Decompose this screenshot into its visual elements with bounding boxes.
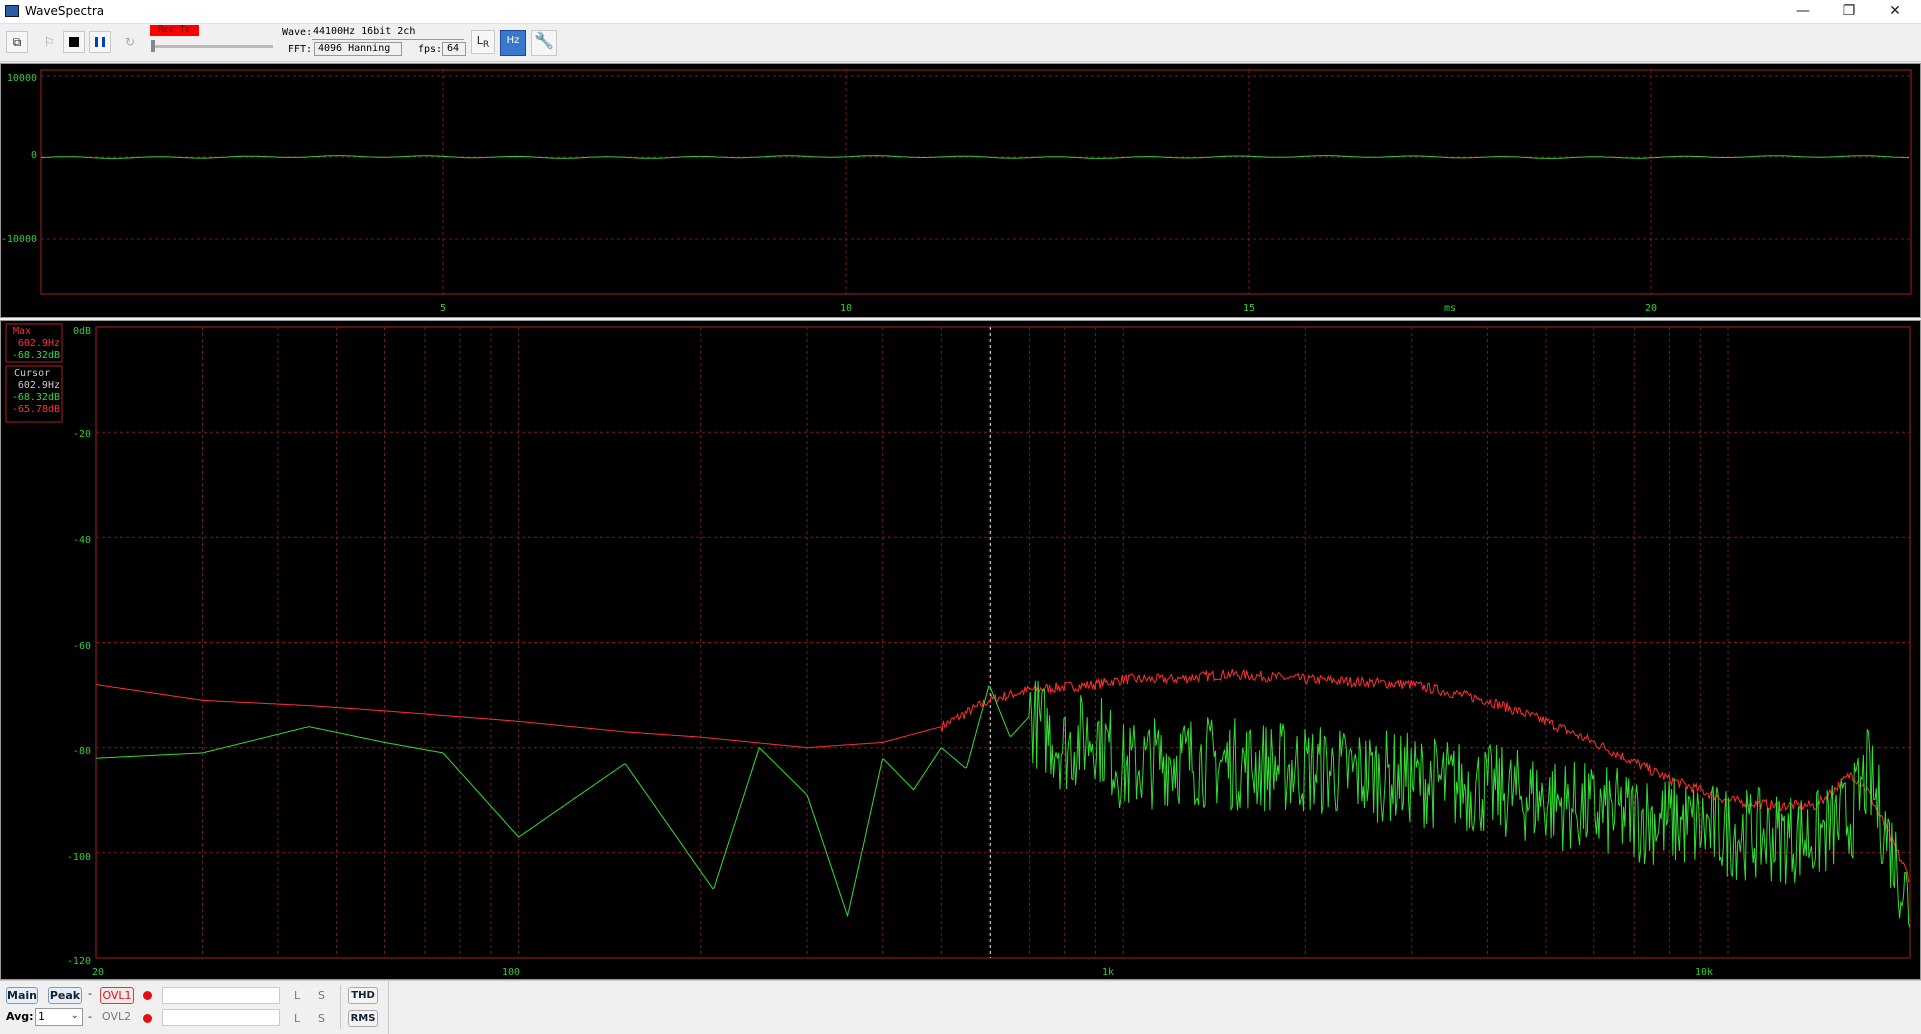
ovl1-button[interactable]: OVL1 — [100, 987, 134, 1004]
title-bar: WaveSpectra — ❐ ✕ — [0, 0, 1921, 24]
stop-icon[interactable] — [63, 31, 85, 53]
waveform-frame — [40, 69, 1912, 295]
ovl2-s-toggle[interactable]: S — [318, 1012, 325, 1025]
app-icon — [5, 5, 19, 17]
spectrum-panel[interactable]: 0dB -20 -40 -60 -80 -100 -120 20 100 1k … — [0, 320, 1921, 980]
cursor-level-l: -68.32dB — [12, 392, 60, 403]
rec-level-thumb[interactable] — [151, 40, 155, 52]
spec-x-tick: 100 — [502, 967, 520, 978]
dash-separator: - — [88, 987, 92, 1000]
spec-y-tick: -120 — [67, 956, 91, 967]
avg-label: Avg: — [6, 1010, 34, 1023]
max-title: Max — [13, 326, 31, 337]
cursor-readout-box: Cursor 602.9Hz -68.32dB -65.78dB — [5, 365, 63, 423]
scope-y-tick: 0 — [31, 150, 37, 161]
spec-x-tick: 1k — [1102, 967, 1114, 978]
cursor-level-r: -65.78dB — [12, 404, 60, 415]
ovl2-record-indicator[interactable] — [143, 1014, 152, 1023]
play-icon[interactable]: ⚐ — [38, 31, 60, 53]
scope-unit: ms — [1444, 303, 1456, 314]
ovl1-s-toggle[interactable]: S — [318, 989, 325, 1002]
spec-y-tick: -100 — [67, 852, 91, 863]
waveform-trace — [40, 155, 1909, 159]
ovl2-l-toggle[interactable]: L — [294, 1012, 300, 1025]
spec-x-tick: 20 — [92, 967, 104, 978]
lr-icon[interactable]: LR — [471, 30, 495, 54]
main-button[interactable]: Main — [6, 987, 38, 1004]
peak-button[interactable]: Peak — [48, 987, 82, 1004]
ovl1-l-toggle[interactable]: L — [294, 989, 300, 1002]
spectrum-x-ticks: 20 100 1k 10k — [92, 967, 1713, 978]
fft-label: FFT: — [288, 44, 313, 55]
spec-y-tick: -40 — [73, 535, 91, 546]
fft-value: 4096 Hanning — [318, 43, 391, 54]
settings-wrench-icon[interactable]: 🔧 — [531, 30, 557, 56]
scope-y-tick: -10000 — [1, 234, 37, 245]
toolbar: ⧉ ⚐ ↻ Rec To Wave: 44100Hz 16bit 2ch FFT… — [0, 24, 1921, 62]
ovl2-label[interactable]: OVL2 — [102, 1010, 131, 1023]
scope-x-tick: 10 — [840, 303, 852, 314]
scope-x-tick: 20 — [1645, 303, 1657, 314]
divider — [340, 985, 341, 1029]
rms-button[interactable]: RMS — [348, 1010, 378, 1027]
divider — [388, 981, 389, 1034]
thd-button[interactable]: THD — [348, 987, 378, 1004]
avg-value: 1 — [38, 1010, 45, 1023]
device-icon[interactable]: ⧉ — [6, 31, 28, 53]
spectrum-y-ticks: 0dB -20 -40 -60 -80 -100 -120 — [67, 326, 91, 967]
hz-scale-icon[interactable]: Hz — [500, 30, 526, 56]
spectrum-grid — [96, 327, 1910, 958]
restore-button[interactable]: ❐ — [1826, 0, 1872, 22]
avg-select[interactable]: 1 ⌄ — [35, 1008, 83, 1026]
rec-level-slider[interactable] — [153, 45, 273, 48]
wave-value: 44100Hz 16bit 2ch — [313, 26, 416, 37]
scope-x-tick: 5 — [440, 303, 446, 314]
cursor-freq: 602.9Hz — [18, 380, 60, 391]
waveform-grid — [41, 70, 1911, 294]
wave-value-box: 44100Hz 16bit 2ch — [312, 26, 464, 40]
max-freq: 602.9Hz — [18, 338, 60, 349]
wave-label: Wave: — [282, 27, 313, 38]
chevron-down-icon: ⌄ — [70, 1010, 79, 1021]
spec-y-tick: 0dB — [73, 326, 91, 337]
max-readout-box: Max 602.9Hz -68.32dB — [5, 323, 63, 363]
bottom-control-bar: Main Peak - OVL1 L S THD Avg: 1 ⌄ - OVL2… — [0, 980, 1921, 1034]
pause-icon[interactable] — [89, 31, 111, 53]
fps-value-box[interactable]: 64 — [442, 42, 466, 56]
close-button[interactable]: ✕ — [1872, 0, 1918, 22]
max-level: -68.32dB — [12, 350, 60, 361]
window-title: WaveSpectra — [25, 4, 105, 18]
spectrum-series — [95, 668, 1911, 928]
rec-to-badge[interactable]: Rec To — [150, 25, 199, 36]
spectrum-plot: 0dB -20 -40 -60 -80 -100 -120 20 100 1k … — [5, 323, 1911, 978]
spec-y-tick: -80 — [73, 746, 91, 757]
scope-y-tick: 10000 — [7, 73, 37, 84]
cursor-title: Cursor — [14, 368, 50, 379]
dash-separator: - — [88, 1010, 92, 1023]
fps-label: fps: — [418, 44, 443, 55]
ovl2-name-field[interactable] — [162, 1009, 280, 1026]
spec-y-tick: -60 — [73, 641, 91, 652]
waveform-panel[interactable]: 10000 0 -10000 5 10 15 ms 20 — [0, 63, 1921, 318]
fps-value: 64 — [447, 43, 460, 54]
spectrum-line — [95, 680, 1911, 928]
loop-icon[interactable]: ↻ — [119, 31, 141, 53]
ovl1-record-indicator[interactable] — [143, 991, 152, 1000]
scope-x-tick: 15 — [1243, 303, 1255, 314]
waveform-plot: 10000 0 -10000 5 10 15 ms 20 — [1, 69, 1912, 314]
spec-x-tick: 10k — [1695, 967, 1713, 978]
spec-y-tick: -20 — [73, 429, 91, 440]
fft-value-box[interactable]: 4096 Hanning — [314, 42, 402, 56]
ovl1-name-field[interactable] — [162, 987, 280, 1004]
max-hold-line — [95, 668, 1911, 883]
minimize-button[interactable]: — — [1780, 0, 1826, 22]
